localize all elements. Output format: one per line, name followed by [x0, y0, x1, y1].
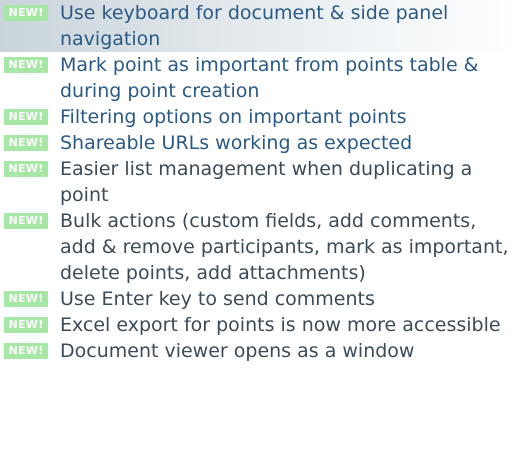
new-badge-icon: NEW!: [4, 57, 48, 73]
new-badge-icon: NEW!: [4, 109, 48, 125]
list-item: NEW! Mark point as important from points…: [0, 52, 522, 104]
new-badge-icon: NEW!: [4, 161, 48, 177]
list-item: NEW! Use Enter key to send comments: [0, 286, 522, 312]
list-item-text: Filtering options on important points: [60, 106, 407, 128]
list-item-text: Bulk actions (custom fields, add comment…: [60, 210, 509, 284]
new-badge-icon: NEW!: [4, 291, 48, 307]
list-item: NEW! Use keyboard for document & side pa…: [0, 0, 522, 52]
release-notes-list: NEW! Use keyboard for document & side pa…: [0, 0, 522, 364]
new-badge-icon: NEW!: [4, 317, 48, 333]
list-item: NEW! Shareable URLs working as expected: [0, 130, 522, 156]
list-item-text: Use Enter key to send comments: [60, 288, 375, 310]
list-item-text: Excel export for points is now more acce…: [60, 314, 501, 336]
list-item: NEW! Excel export for points is now more…: [0, 312, 522, 338]
new-badge-icon: NEW!: [4, 135, 48, 151]
list-item: NEW! Easier list management when duplica…: [0, 156, 522, 208]
list-item-text: Use keyboard for document & side panel n…: [60, 2, 449, 50]
list-item-text: Easier list management when duplicating …: [60, 158, 473, 206]
list-item: NEW! Filtering options on important poin…: [0, 104, 522, 130]
list-item-text: Shareable URLs working as expected: [60, 132, 413, 154]
list-item-text: Document viewer opens as a window: [60, 340, 415, 362]
new-badge-icon: NEW!: [4, 5, 48, 21]
list-item-text: Mark point as important from points tabl…: [60, 54, 479, 102]
new-badge-icon: NEW!: [4, 343, 48, 359]
list-item: NEW! Document viewer opens as a window: [0, 338, 522, 364]
list-item: NEW! Bulk actions (custom fields, add co…: [0, 208, 522, 286]
new-badge-icon: NEW!: [4, 213, 48, 229]
